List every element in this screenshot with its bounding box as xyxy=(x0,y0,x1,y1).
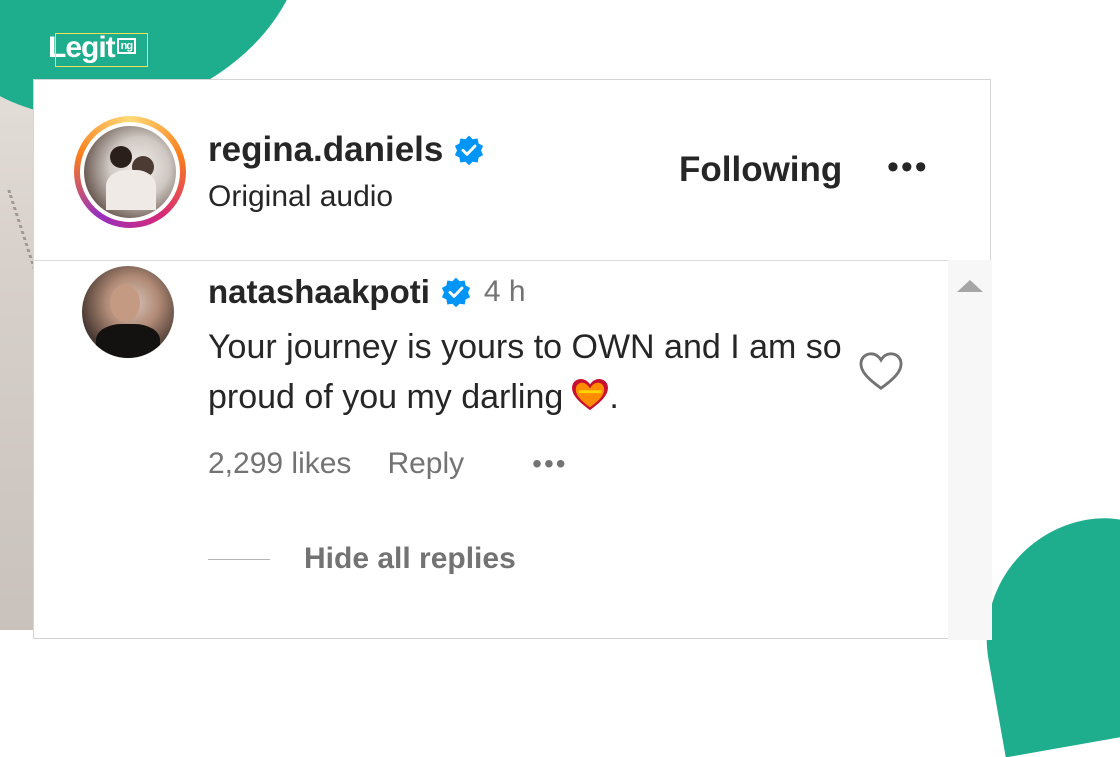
scrollbar-track[interactable] xyxy=(948,260,992,640)
instagram-panel: regina.daniels Original audio Following … xyxy=(33,79,992,640)
replies-divider xyxy=(208,558,270,560)
comment-time: 4 h xyxy=(483,275,526,308)
scroll-up-arrow-icon[interactable] xyxy=(957,280,983,292)
comment-text: Your journey is yours to OWN and I am so… xyxy=(208,328,842,416)
comment-more-icon[interactable]: ••• xyxy=(532,448,567,480)
likes-count[interactable]: 2,299 likes xyxy=(208,447,351,481)
comment-body: Your journey is yours to OWN and I am so… xyxy=(208,322,858,422)
post-username[interactable]: regina.daniels xyxy=(208,130,485,170)
reply-button[interactable]: Reply xyxy=(387,447,464,481)
heart-emoji-icon xyxy=(572,378,609,411)
commenter-username[interactable]: natashaakpoti xyxy=(208,273,430,311)
hide-replies-button[interactable]: Hide all replies xyxy=(304,542,516,576)
more-options-icon[interactable]: ••• xyxy=(887,148,929,187)
verified-badge-icon xyxy=(441,277,470,308)
comment-actions: 2,299 likes Reply ••• xyxy=(208,447,568,481)
legit-logo: Legit ng xyxy=(48,30,137,66)
post-username-text[interactable]: regina.daniels xyxy=(208,130,443,170)
like-heart-icon[interactable] xyxy=(858,350,904,392)
verified-badge-icon xyxy=(455,135,484,166)
replies-toggle[interactable]: Hide all replies xyxy=(208,542,516,576)
audio-label[interactable]: Original audio xyxy=(208,180,393,214)
comment-header: natashaakpoti 4 h xyxy=(208,273,526,311)
comment-text-end: . xyxy=(609,378,619,416)
post-header: regina.daniels Original audio Following … xyxy=(34,80,990,261)
avatar xyxy=(84,126,176,218)
story-avatar-ring[interactable] xyxy=(74,116,186,228)
logo-suffix: ng xyxy=(116,38,137,54)
commenter-avatar[interactable] xyxy=(82,266,174,358)
logo-text: Legit xyxy=(48,31,116,64)
following-button[interactable]: Following xyxy=(679,150,842,190)
